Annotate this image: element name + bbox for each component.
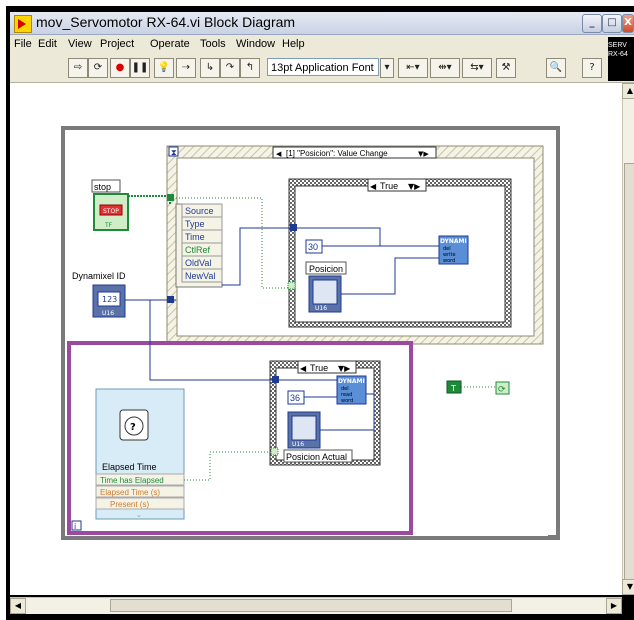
case-selector-2-dropdown[interactable]: ▼▶ bbox=[338, 364, 351, 373]
event-selector-dropdown[interactable]: ▼▶ bbox=[418, 150, 429, 158]
event-field-source: Source bbox=[185, 206, 214, 216]
event-field-type: Type bbox=[185, 219, 205, 229]
vertical-scroll-thumb[interactable] bbox=[624, 163, 634, 585]
knob-icon bbox=[312, 279, 338, 305]
scroll-up-arrow-icon[interactable]: ▲ bbox=[622, 83, 634, 99]
dynamixel-write-line1: DYNAMI bbox=[440, 238, 467, 245]
posicion-label: Posicion bbox=[309, 264, 343, 274]
scroll-down-arrow-icon[interactable]: ▼ bbox=[622, 579, 634, 595]
while-loop-corner bbox=[548, 535, 560, 540]
event-selector-label: [1] "Posicion": Value Change bbox=[286, 149, 388, 158]
output-present[interactable]: Present (s) bbox=[110, 500, 149, 509]
vertical-scrollbar[interactable]: ▲ ▼ bbox=[622, 83, 634, 595]
scroll-right-arrow-icon[interactable]: ▶ bbox=[606, 598, 622, 614]
boolean-constant-value: T bbox=[450, 384, 456, 393]
dynamixel-read-line1: DYNAMI bbox=[338, 378, 365, 385]
numeric-constant-30-value: 30 bbox=[308, 242, 318, 252]
event-field-oldval: OldVal bbox=[185, 258, 211, 268]
case-selector-1-label: True bbox=[380, 181, 398, 191]
event-field-ctlref: CtlRef bbox=[185, 245, 211, 255]
scroll-left-arrow-icon[interactable]: ◀ bbox=[10, 598, 26, 614]
loop-iteration-label: i bbox=[74, 522, 76, 531]
case-selector-2-label: True bbox=[310, 363, 328, 373]
stop-label: stop bbox=[94, 182, 111, 192]
slider-indicator-icon bbox=[291, 415, 317, 441]
case-selector-2-left[interactable]: ◀ bbox=[300, 364, 307, 373]
stop-tf: TF bbox=[104, 222, 113, 229]
hourglass-glyph: ⧗ bbox=[171, 148, 177, 157]
dynamixel-write-line4: word bbox=[443, 258, 455, 264]
event-selector-left-arrow[interactable]: ◀ bbox=[276, 150, 282, 158]
horizontal-scrollbar[interactable]: ◀ ▶ bbox=[10, 597, 622, 614]
posicion-actual-u16: U16 bbox=[292, 441, 304, 448]
block-diagram: ⧗ ◀ [1] "Posicion": Value Change ▼▶ Sour… bbox=[61, 126, 560, 540]
numeric-constant-36-value: 36 bbox=[290, 393, 300, 403]
case-selector-1-dropdown[interactable]: ▼▶ bbox=[408, 182, 421, 191]
dynamixel-id-label: Dynamixel ID bbox=[72, 271, 126, 281]
posicion-actual-label: Posicion Actual bbox=[286, 452, 347, 462]
dynamixel-read-line4: word bbox=[341, 398, 353, 404]
event-field-newval: NewVal bbox=[185, 271, 215, 281]
dynamixel-id-value: 123 bbox=[102, 295, 117, 304]
output-time-has-elapsed[interactable]: Time has Elapsed bbox=[100, 476, 164, 485]
expand-chevron-icon[interactable]: ⌄ bbox=[136, 511, 142, 519]
posicion-u16: U16 bbox=[315, 305, 327, 312]
stopwatch-glyph: ? bbox=[130, 422, 136, 433]
horizontal-scroll-thumb[interactable] bbox=[110, 599, 512, 612]
loop-stop-icon: ⟳ bbox=[498, 385, 506, 395]
event-field-time: Time bbox=[185, 232, 205, 242]
output-elapsed-time[interactable]: Elapsed Time (s) bbox=[100, 488, 160, 497]
dynamixel-id-u16: U16 bbox=[102, 310, 114, 317]
case-selector-1-left[interactable]: ◀ bbox=[370, 182, 377, 191]
elapsed-time-title: Elapsed Time bbox=[102, 462, 157, 472]
stop-button-text: STOP bbox=[103, 208, 119, 215]
